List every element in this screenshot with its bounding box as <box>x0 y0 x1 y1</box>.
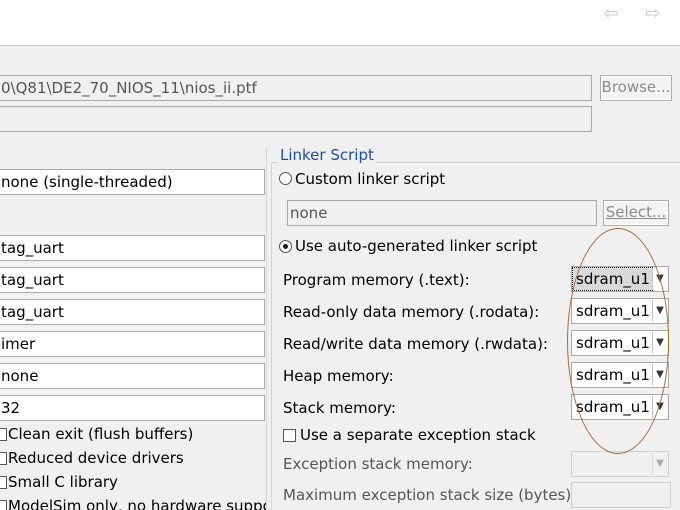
header-bar <box>0 0 680 46</box>
stack-memory-label: Stack memory: <box>283 399 396 417</box>
rodata-memory-value: sdram_u1 <box>576 302 650 320</box>
stdout-field[interactable]: tag_uart <box>0 235 265 261</box>
browse-button[interactable]: Browse... <box>600 75 672 101</box>
chevron-down-icon: ▼ <box>652 364 667 386</box>
auto-linker-label: Use auto-generated linker script <box>295 237 538 255</box>
modelsim-only-checkbox[interactable] <box>0 500 7 510</box>
small-c-library-label: Small C library <box>8 473 118 491</box>
clean-exit-checkbox[interactable] <box>0 428 7 441</box>
separate-exception-stack-checkbox[interactable] <box>283 429 296 442</box>
modelsim-only-label: ModelSim only, no hardware suppo <box>8 497 266 510</box>
exception-stack-memory-label: Exception stack memory: <box>283 455 473 473</box>
max-exception-stack-label: Maximum exception stack size (bytes): <box>283 486 577 504</box>
max-exception-stack-field[interactable] <box>571 482 671 508</box>
stack-memory-select[interactable]: sdram_u1 ▼ <box>571 394 669 420</box>
heap-memory-value: sdram_u1 <box>576 366 650 384</box>
custom-linker-radio[interactable] <box>279 172 292 185</box>
thread-model-field[interactable]: none (single-threaded) <box>0 169 265 195</box>
auto-linker-radio[interactable] <box>279 240 292 253</box>
exception-stack-memory-value <box>573 453 652 475</box>
chevron-down-icon: ▼ <box>652 453 667 475</box>
program-memory-select[interactable]: sdram_u1 ▼ <box>571 266 669 292</box>
chevron-down-icon: ▼ <box>652 268 667 290</box>
select-button[interactable]: Select... <box>603 200 669 226</box>
custom-linker-field[interactable]: none <box>287 200 597 226</box>
heap-memory-label: Heap memory: <box>283 367 394 385</box>
heap-memory-select[interactable]: sdram_u1 ▼ <box>571 362 669 388</box>
secondary-path-field[interactable] <box>0 106 592 132</box>
ptf-path-field[interactable]: 0\Q81\DE2_70_NIOS_11\nios_ii.ptf <box>0 75 592 101</box>
custom-linker-label: Custom linker script <box>295 170 446 188</box>
program-memory-label: Program memory (.text): <box>283 271 470 289</box>
back-arrow-icon[interactable]: ⇦ <box>600 4 622 24</box>
rwdata-memory-value: sdram_u1 <box>576 334 650 352</box>
clean-exit-label: Clean exit (flush buffers) <box>8 425 194 443</box>
chevron-down-icon: ▼ <box>652 332 667 354</box>
sys-clk-timer-field[interactable]: imer <box>0 331 265 357</box>
linker-script-title: Linker Script <box>278 145 376 165</box>
stack-memory-value: sdram_u1 <box>576 398 650 416</box>
forward-arrow-icon[interactable]: ⇨ <box>642 4 664 24</box>
chevron-down-icon: ▼ <box>652 396 667 418</box>
separate-exception-stack-label: Use a separate exception stack <box>300 426 536 444</box>
chevron-down-icon: ▼ <box>652 300 667 322</box>
program-memory-value: sdram_u1 <box>572 267 653 291</box>
column-divider <box>266 147 267 510</box>
max-file-descriptors-field[interactable]: 32 <box>0 395 265 421</box>
reduced-drivers-checkbox[interactable] <box>0 452 7 465</box>
reduced-drivers-label: Reduced device drivers <box>8 449 184 467</box>
small-c-library-checkbox[interactable] <box>0 476 7 489</box>
exception-stack-memory-select[interactable]: ▼ <box>571 451 669 477</box>
rodata-memory-label: Read-only data memory (.rodata): <box>283 303 540 321</box>
rwdata-memory-select[interactable]: sdram_u1 ▼ <box>571 330 669 356</box>
stderr-field[interactable]: tag_uart <box>0 267 265 293</box>
rodata-memory-select[interactable]: sdram_u1 ▼ <box>571 298 669 324</box>
rwdata-memory-label: Read/write data memory (.rwdata): <box>283 335 548 353</box>
timestamp-timer-field[interactable]: none <box>0 363 265 389</box>
stdin-field[interactable]: tag_uart <box>0 299 265 325</box>
